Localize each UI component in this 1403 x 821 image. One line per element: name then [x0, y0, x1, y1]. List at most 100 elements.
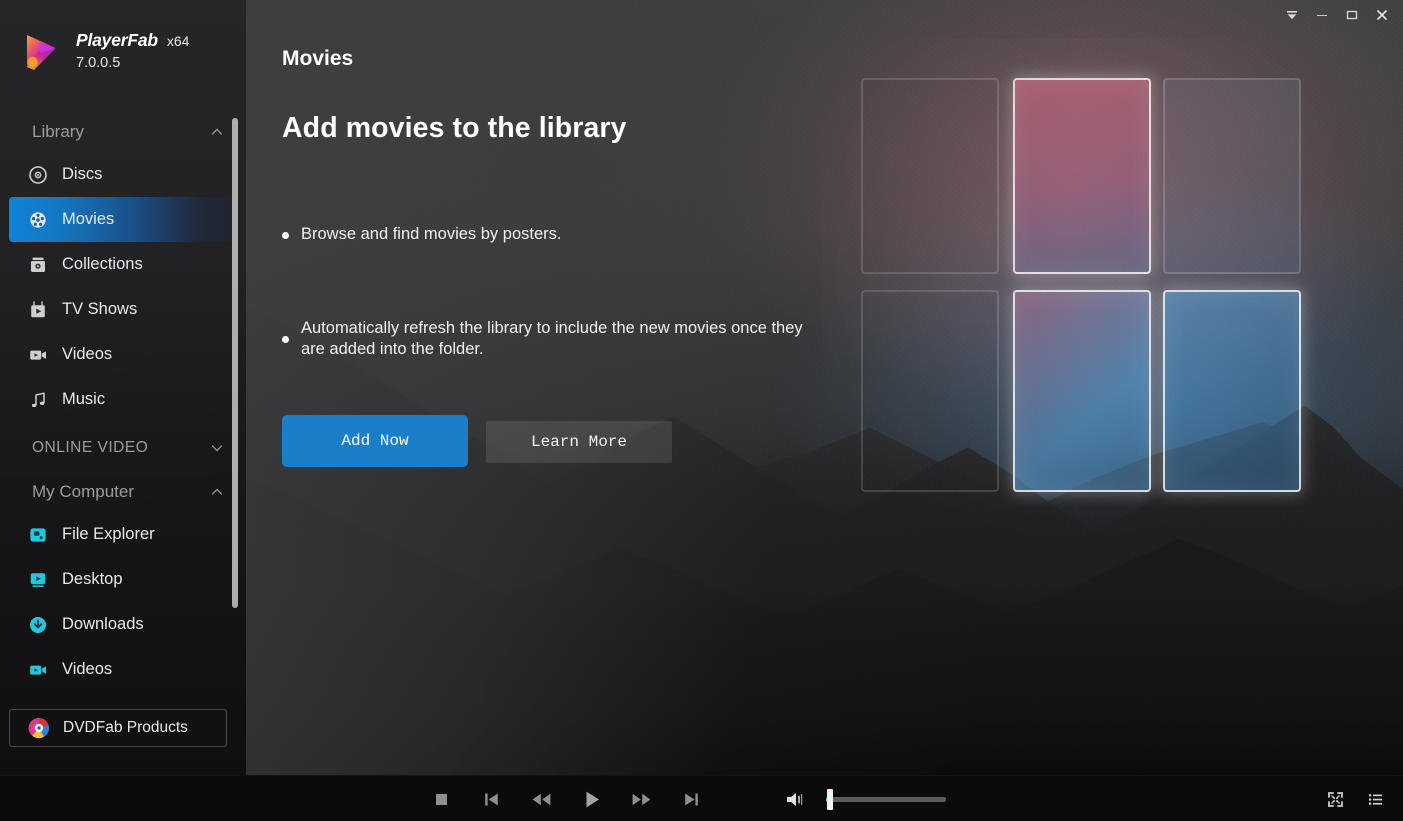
learn-more-button[interactable]: Learn More [486, 421, 672, 463]
skip-previous-icon [485, 793, 498, 805]
forward-button[interactable] [617, 776, 667, 821]
download-icon [30, 616, 46, 633]
title-bar [1277, 0, 1403, 30]
sidebar-item-discs[interactable]: Discs [9, 152, 232, 197]
play-button[interactable] [567, 776, 617, 821]
transport-controls [417, 776, 717, 821]
close-button[interactable] [1367, 2, 1397, 28]
fullscreen-icon [1327, 791, 1343, 807]
maximize-button[interactable] [1337, 2, 1367, 28]
film-reel-icon [30, 211, 46, 228]
feature-bullet-0-text: Browse and find movies by posters. [301, 225, 562, 243]
sidebar-item-file-explorer-label: File Explorer [62, 525, 155, 543]
brand-arch: x64 [166, 33, 190, 49]
sidebar: PlayerFab x64 7.0.0.5 Library Discs Movi… [0, 0, 246, 775]
music-note-icon [31, 391, 45, 407]
sidebar-item-collections-label: Collections [62, 255, 143, 273]
sidebar-item-music-label: Music [62, 390, 106, 408]
stop-button[interactable] [417, 776, 467, 821]
player-right-tools [1319, 776, 1391, 821]
sidebar-group-library[interactable]: Library [0, 112, 246, 152]
rewind-button[interactable] [517, 776, 567, 821]
dvdfab-products-label: DVDFab Products [63, 719, 188, 736]
window-panes-graphic [823, 38, 1383, 558]
brand-text: PlayerFab x64 7.0.0.5 [76, 26, 189, 71]
feature-bullet-1: Automatically refresh the library to inc… [282, 318, 822, 360]
sidebar-item-desktop[interactable]: Desktop [9, 557, 232, 602]
sidebar-scrollbar-thumb[interactable] [232, 118, 238, 608]
volume-icon [786, 792, 802, 806]
sidebar-scrollbar-track[interactable] [232, 112, 238, 672]
minimize-button[interactable] [1307, 2, 1337, 28]
stop-icon [436, 793, 447, 805]
dvdfab-logo-icon [28, 717, 50, 739]
pane-top-left [861, 78, 999, 274]
sidebar-item-videos[interactable]: Videos [9, 332, 232, 377]
pane-bottom-left [861, 290, 999, 492]
close-icon [1377, 10, 1387, 20]
sidebar-nav: Library Discs Movies Collections TV Show… [0, 112, 246, 692]
hero-title: Add movies to the library [282, 112, 627, 144]
playerfab-window: PlayerFab x64 7.0.0.5 Library Discs Movi… [0, 0, 1403, 821]
volume-button[interactable] [778, 776, 812, 821]
chevron-up-icon [211, 488, 223, 495]
sidebar-item-videos-computer-label: Videos [62, 660, 113, 678]
page-title: Movies [282, 47, 354, 70]
action-buttons: Add Now Learn More [282, 415, 672, 467]
sidebar-item-collections[interactable]: Collections [9, 242, 232, 287]
player-bar [0, 775, 1403, 821]
playlist-button[interactable] [1359, 783, 1391, 815]
fast-forward-icon [632, 793, 651, 805]
volume-slider-thumb[interactable] [827, 788, 833, 810]
feature-bullet-1-text: Automatically refresh the library to inc… [301, 319, 803, 359]
chevron-up-icon [211, 128, 223, 135]
tv-icon [31, 300, 45, 317]
disc-icon [29, 165, 47, 184]
sidebar-item-file-explorer[interactable]: File Explorer [9, 512, 232, 557]
sidebar-item-movies[interactable]: Movies [9, 197, 232, 242]
playlist-icon [1368, 793, 1382, 805]
sidebar-item-downloads-label: Downloads [62, 615, 144, 633]
collections-icon [31, 257, 45, 272]
play-icon [586, 791, 599, 807]
collapse-icon [1287, 11, 1297, 20]
sidebar-group-online-video-label: ONLINE VIDEO [32, 439, 149, 456]
pane-top-center [1013, 78, 1151, 274]
sidebar-item-movies-label: Movies [62, 210, 115, 228]
brand-header: PlayerFab x64 7.0.0.5 [0, 0, 246, 112]
sidebar-item-tv-shows-label: TV Shows [62, 300, 138, 318]
sidebar-item-music[interactable]: Music [9, 377, 232, 422]
skip-next-icon [685, 793, 698, 805]
folder-icon [30, 527, 46, 542]
volume-slider[interactable] [826, 788, 946, 810]
bullet-dot-icon [282, 231, 289, 239]
sidebar-item-videos-label: Videos [62, 345, 113, 363]
pane-bottom-right [1163, 290, 1301, 492]
pane-bottom-center [1013, 290, 1151, 492]
sidebar-group-library-label: Library [32, 122, 84, 141]
fullscreen-button[interactable] [1319, 783, 1351, 815]
collapse-button[interactable] [1277, 2, 1307, 28]
sidebar-item-discs-label: Discs [62, 165, 103, 183]
brand-name: PlayerFab [76, 30, 158, 50]
sidebar-item-tv-shows[interactable]: TV Shows [9, 287, 232, 332]
previous-button[interactable] [467, 776, 517, 821]
rewind-icon [532, 793, 551, 805]
playerfab-logo-icon [20, 29, 64, 73]
minimize-icon [1317, 15, 1327, 16]
sidebar-item-downloads[interactable]: Downloads [9, 602, 232, 647]
volume-control [778, 776, 946, 821]
next-button[interactable] [667, 776, 717, 821]
sidebar-group-my-computer-label: My Computer [32, 482, 135, 501]
brand-version: 7.0.0.5 [76, 55, 121, 71]
dvdfab-products-button[interactable]: DVDFab Products [9, 709, 227, 747]
add-now-button[interactable]: Add Now [282, 415, 468, 467]
sidebar-group-online-video[interactable]: ONLINE VIDEO [0, 428, 246, 468]
feature-bullet-0: Browse and find movies by posters. [282, 224, 561, 245]
chevron-down-icon [211, 445, 223, 452]
bullet-dot-icon [282, 336, 289, 344]
sidebar-item-desktop-label: Desktop [62, 570, 123, 588]
sidebar-group-my-computer[interactable]: My Computer [0, 472, 246, 512]
sidebar-item-videos-computer[interactable]: Videos [9, 647, 232, 692]
desktop-icon [30, 572, 46, 587]
